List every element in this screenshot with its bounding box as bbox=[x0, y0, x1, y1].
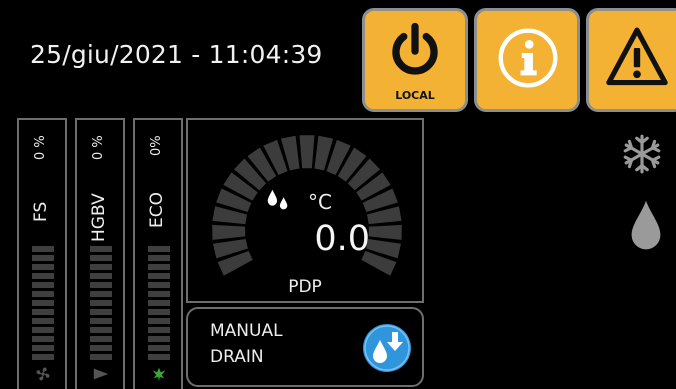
level-segment bbox=[32, 354, 54, 360]
level-segment bbox=[90, 300, 112, 306]
level-segment bbox=[148, 291, 170, 297]
eco-label: ECO bbox=[147, 192, 167, 228]
level-segment bbox=[148, 327, 170, 333]
level-segment bbox=[32, 327, 54, 333]
level-segment bbox=[32, 282, 54, 288]
level-segment bbox=[90, 345, 112, 351]
drain-icon bbox=[363, 324, 411, 372]
water-drop-icon bbox=[631, 200, 661, 250]
manual-drain-button[interactable]: MANUAL DRAIN bbox=[186, 307, 424, 387]
gauge-segment bbox=[299, 135, 315, 169]
level-segment bbox=[148, 300, 170, 306]
level-segment bbox=[148, 354, 170, 360]
dew-point-label: PDP bbox=[288, 277, 322, 297]
info-icon bbox=[498, 28, 558, 88]
level-segment bbox=[32, 273, 54, 279]
level-segment bbox=[90, 291, 112, 297]
fan-speed-label: FS bbox=[31, 201, 51, 222]
temperature-unit: °C bbox=[308, 190, 332, 214]
level-segment bbox=[148, 273, 170, 279]
snowflake-icon bbox=[623, 134, 661, 174]
level-segment bbox=[32, 309, 54, 315]
eco-segments bbox=[148, 246, 170, 363]
level-segment bbox=[90, 309, 112, 315]
level-segment bbox=[90, 336, 112, 342]
info-button[interactable] bbox=[474, 8, 580, 112]
power-icon bbox=[392, 22, 438, 75]
hot-gas-valve-bar: 0 % HGBV bbox=[75, 118, 125, 389]
hot-gas-valve-label: HGBV bbox=[89, 193, 109, 242]
level-segment bbox=[32, 300, 54, 306]
datetime-display: 25/giu/2021 - 11:04:39 bbox=[30, 40, 323, 69]
alarm-button[interactable] bbox=[586, 8, 676, 112]
level-segment bbox=[90, 255, 112, 261]
level-segment bbox=[148, 264, 170, 270]
fan-speed-value: 0 % bbox=[33, 135, 48, 160]
warning-icon bbox=[606, 27, 668, 86]
level-segment bbox=[148, 345, 170, 351]
level-segment bbox=[32, 318, 54, 324]
level-segment bbox=[148, 318, 170, 324]
dew-point-panel: °C 0.0 PDP bbox=[186, 118, 424, 303]
eco-bar: 0% ECO bbox=[133, 118, 183, 389]
valve-icon bbox=[93, 368, 109, 380]
power-mode-label: LOCAL bbox=[395, 89, 435, 102]
eco-value: 0% bbox=[149, 135, 164, 156]
level-segment bbox=[32, 264, 54, 270]
fan-icon bbox=[36, 367, 50, 381]
level-segment bbox=[148, 336, 170, 342]
level-segment bbox=[32, 291, 54, 297]
gauge-segment bbox=[368, 224, 402, 240]
level-segment bbox=[90, 264, 112, 270]
level-segment bbox=[90, 318, 112, 324]
level-segment bbox=[90, 354, 112, 360]
level-segment bbox=[90, 246, 112, 252]
level-segment bbox=[90, 327, 112, 333]
level-segment bbox=[32, 255, 54, 261]
hot-gas-valve-value: 0 % bbox=[91, 135, 106, 160]
fan-speed-segments bbox=[32, 246, 54, 363]
level-segment bbox=[148, 282, 170, 288]
level-segment bbox=[32, 336, 54, 342]
level-segment bbox=[90, 273, 112, 279]
water-drops-icon bbox=[267, 189, 288, 210]
power-button[interactable]: LOCAL bbox=[362, 8, 468, 112]
level-segment bbox=[148, 255, 170, 261]
eco-leaf-icon bbox=[152, 367, 166, 382]
level-segment bbox=[148, 246, 170, 252]
dew-point-value: 0.0 bbox=[314, 219, 370, 259]
level-segment bbox=[32, 246, 54, 252]
level-segment bbox=[148, 309, 170, 315]
fan-speed-bar: 0 % FS bbox=[17, 118, 67, 389]
manual-drain-label-line1: MANUAL bbox=[210, 321, 283, 341]
manual-drain-label-line2: DRAIN bbox=[210, 347, 264, 367]
hot-gas-valve-segments bbox=[90, 246, 112, 363]
level-segment bbox=[90, 282, 112, 288]
gauge-segment bbox=[212, 224, 246, 240]
level-segment bbox=[32, 345, 54, 351]
